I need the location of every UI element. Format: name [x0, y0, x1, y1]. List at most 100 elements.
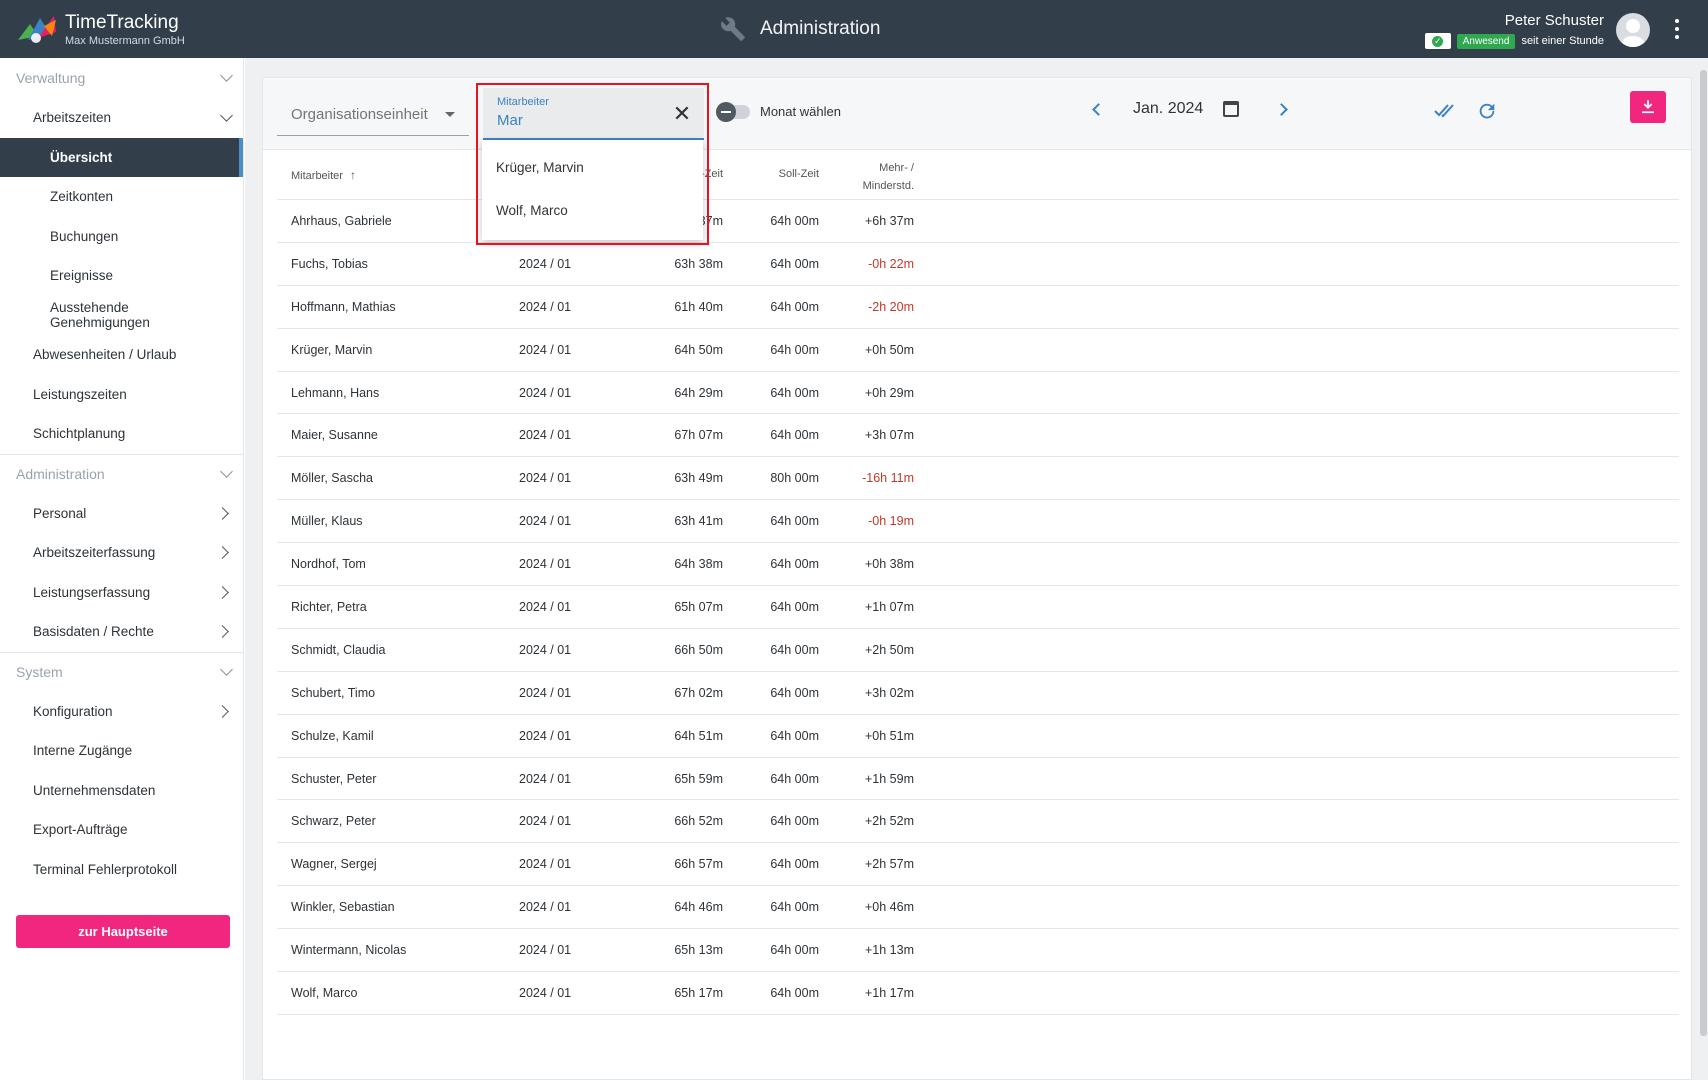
table-row[interactable]: Krüger, Marvin 2024 / 01 64h 50m 64h 00m +0h… [277, 329, 1679, 372]
table-row[interactable]: Schmidt, Claudia 2024 / 01 66h 50m 64h 00m +… [277, 629, 1679, 672]
download-button[interactable] [1630, 91, 1666, 123]
sidebar-item-label: Unternehmensdaten [33, 782, 156, 798]
refresh-icon[interactable] [1473, 100, 1501, 128]
cell-period: 2024 / 01 [519, 943, 572, 958]
cell-ist: 67h 02m [674, 685, 723, 700]
cell-ist: 65h 59m [674, 771, 723, 786]
user-info[interactable]: Peter Schuster ✓ Anwesend seit einer Stu… [1424, 12, 1604, 49]
cell-diff: +1h 07m [865, 600, 914, 615]
table-row[interactable]: Maier, Susanne 2024 / 01 67h 07m 64h 00m +3h… [277, 414, 1679, 458]
sidebar-item-export-auftraege[interactable]: Export-Aufträge [0, 810, 243, 850]
cell-period: 2024 / 01 [519, 728, 572, 743]
table-row[interactable]: Wolf, Marco 2024 / 01 65h 17m 64h 00m +1h 17… [277, 972, 1679, 1015]
cell-period: 2024 / 01 [519, 900, 572, 915]
chevron-left-icon[interactable] [1092, 102, 1105, 116]
sidebar-item-basisdaten[interactable]: Basisdaten / Rechte [0, 612, 243, 652]
sidebar-section-administration[interactable]: Administration [0, 453, 243, 494]
cell-diff: +3h 02m [865, 685, 914, 700]
chevron-right-icon[interactable] [1275, 102, 1289, 116]
presence-status: ✓ Anwesend seit einer Stunde [1424, 33, 1604, 49]
chevron-right-icon [216, 625, 229, 639]
sidebar-item-arbeitszeiten[interactable]: Arbeitszeiten [0, 98, 243, 138]
app-header: TimeTracking Max Mustermann GmbH Adminis… [0, 0, 1708, 58]
table-row[interactable]: Wintermann, Nicolas 2024 / 01 65h 13m 64h 0… [277, 929, 1679, 973]
chevron-right-icon [216, 506, 229, 520]
month-toggle[interactable]: Monat wählen [716, 101, 841, 122]
calendar-icon[interactable] [1223, 101, 1240, 117]
status-badge: Anwesend [1456, 33, 1516, 49]
table-row[interactable]: Fuchs, Tobias 2024 / 01 63h 38m 64h 00m -0h … [277, 243, 1679, 286]
cell-ist: 64h 46m [674, 900, 723, 915]
brand: TimeTracking Max Mustermann GmbH [65, 12, 185, 48]
cell-period: 2024 / 01 [519, 814, 572, 829]
sidebar-item-personal[interactable]: Personal [0, 494, 243, 534]
sidebar-section-verwaltung[interactable]: Verwaltung [0, 58, 243, 98]
sidebar-item-leistungserfassung[interactable]: Leistungserfassung [0, 573, 243, 613]
cell-ist: 64h 29m [674, 385, 723, 400]
table-row[interactable]: Hoffmann, Mathias 2024 / 01 61h 40m 64h 00m… [277, 286, 1679, 329]
cell-period: 2024 / 01 [519, 342, 572, 357]
cell-diff: +3h 07m [865, 428, 914, 443]
table-row[interactable]: Wagner, Sergej 2024 / 01 66h 57m 64h 00m +2h… [277, 843, 1679, 887]
sidebar-item-schichtplanung[interactable]: Schichtplanung [0, 414, 243, 454]
table-row[interactable]: Lehmann, Hans 2024 / 01 64h 29m 64h 00m +0h … [277, 372, 1679, 415]
table-row[interactable]: Schuster, Peter 2024 / 01 65h 59m 64h 00m +1… [277, 758, 1679, 801]
cell-employee: Maier, Susanne [291, 428, 378, 443]
cell-soll: 64h 00m [770, 900, 819, 915]
column-header-diff[interactable]: Mehr- / Minderstd. [863, 159, 914, 195]
wrench-icon [721, 17, 745, 41]
cell-ist: 66h 57m [674, 857, 723, 872]
sidebar-item-abwesenheiten[interactable]: Abwesenheiten / Urlaub [0, 335, 243, 375]
toggle-switch[interactable] [716, 101, 750, 122]
sidebar-item-zeitkonten[interactable]: Zeitkonten [0, 177, 243, 217]
sidebar-item-unternehmensdaten[interactable]: Unternehmensdaten [0, 771, 243, 811]
sidebar-item-terminal-fehlerprotokoll[interactable]: Terminal Fehlerprotokoll [0, 850, 243, 890]
cell-period: 2024 / 01 [519, 557, 572, 572]
app-logo[interactable] [16, 14, 58, 44]
status-since: seit einer Stunde [1521, 35, 1604, 47]
table-row[interactable]: Nordhof, Tom 2024 / 01 64h 38m 64h 00m +0h 3… [277, 543, 1679, 587]
done-all-icon[interactable] [1431, 100, 1459, 128]
sidebar-section-system[interactable]: System [0, 651, 243, 692]
org-unit-select[interactable]: Organisationseinheit [277, 94, 469, 136]
cell-ist: 64h 51m [674, 728, 723, 743]
sidebar-item-buchungen[interactable]: Buchungen [0, 217, 243, 257]
sidebar-item-label: Abwesenheiten / Urlaub [33, 347, 177, 363]
sidebar-item-leistungszeiten[interactable]: Leistungszeiten [0, 375, 243, 415]
cell-diff: +0h 51m [865, 728, 914, 743]
check-icon: ✓ [1424, 33, 1451, 49]
table-row[interactable]: Schubert, Timo 2024 / 01 67h 02m 64h 00m +3h… [277, 672, 1679, 715]
sidebar-item-konfiguration[interactable]: Konfiguration [0, 692, 243, 732]
table-row[interactable]: Richter, Petra 2024 / 01 65h 07m 64h 00m +1h… [277, 586, 1679, 629]
column-header-employee[interactable]: Mitarbeiter ↑ [291, 168, 356, 182]
cell-soll: 64h 00m [770, 728, 819, 743]
sidebar-item-genehmigungen[interactable]: Ausstehende Genehmigungen [0, 296, 243, 336]
table-row[interactable]: Möller, Sascha 2024 / 01 63h 49m 80h 00m -16… [277, 457, 1679, 501]
more-vert-icon[interactable] [1674, 19, 1680, 39]
table-body: Ahrhaus, Gabriele2024 / 0137m64h 00m+6h … [277, 200, 1679, 1015]
avatar[interactable] [1616, 13, 1650, 47]
table-row[interactable]: Schulze, Kamil 2024 / 01 64h 51m 64h 00m +0h… [277, 715, 1679, 758]
section-title: Administration [760, 18, 881, 39]
table-row[interactable]: Müller, Klaus 2024 / 01 63h 41m 64h 00m -0h … [277, 500, 1679, 544]
sidebar-item-arbeitszeiterfassung[interactable]: Arbeitszeiterfassung [0, 533, 243, 573]
cell-employee: Möller, Sascha [291, 471, 373, 486]
sidebar-item-uebersicht[interactable]: Übersicht [0, 137, 243, 177]
scrollbar[interactable] [1700, 70, 1707, 1036]
cell-diff: -0h 19m [868, 514, 914, 529]
cell-ist: 61h 40m [674, 299, 723, 314]
cell-employee: Schuster, Peter [291, 771, 377, 786]
table-row[interactable]: Winkler, Sebastian 2024 / 01 64h 46m 64h 00… [277, 886, 1679, 930]
column-header-soll[interactable]: Soll-Zeit [779, 168, 819, 180]
sidebar-item-label: Schichtplanung [33, 426, 126, 442]
section-label: Administration [16, 466, 105, 482]
chevron-right-icon [216, 704, 229, 718]
cell-period: 2024 / 01 [519, 385, 572, 400]
highlight-frame [476, 83, 709, 245]
home-button[interactable]: zur Hauptseite [16, 915, 230, 948]
table-row[interactable]: Schwarz, Peter 2024 / 01 66h 52m 64h 00m +2h… [277, 800, 1679, 844]
sidebar-item-interne-zugaenge[interactable]: Interne Zugänge [0, 731, 243, 771]
cell-diff: +1h 13m [865, 943, 914, 958]
cell-soll: 64h 00m [770, 385, 819, 400]
sidebar-item-ereignisse[interactable]: Ereignisse [0, 256, 243, 296]
